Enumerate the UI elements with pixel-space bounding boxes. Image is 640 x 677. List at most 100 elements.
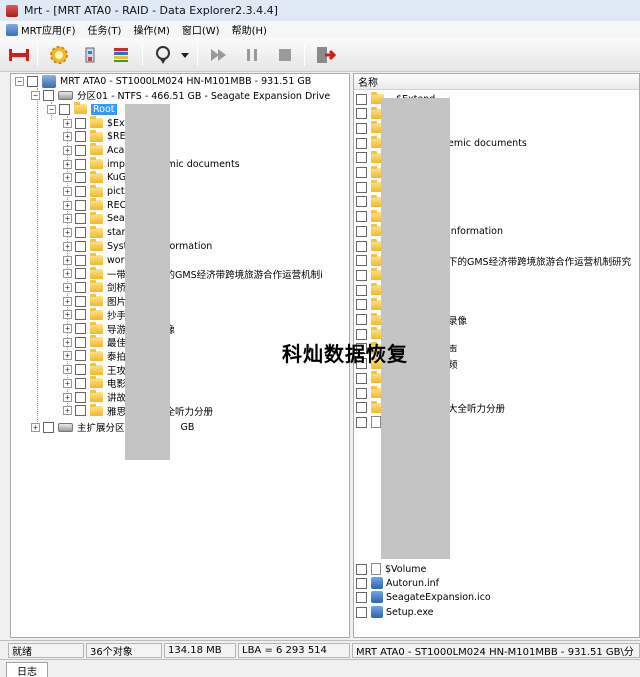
checkbox[interactable] [356, 255, 367, 267]
disk-connect-button[interactable] [6, 42, 32, 68]
expand-toggle[interactable]: + [63, 310, 72, 320]
settings-button[interactable] [46, 42, 72, 68]
checkbox[interactable] [75, 186, 86, 197]
expand-toggle[interactable]: + [63, 365, 72, 375]
checkbox[interactable] [356, 211, 367, 223]
tree-node-folder[interactable]: + $RE [63, 129, 126, 144]
checkbox[interactable] [75, 350, 86, 362]
checkbox[interactable] [356, 314, 367, 325]
recover-dropdown[interactable] [178, 42, 192, 68]
expand-toggle[interactable]: + [63, 118, 72, 128]
collapse-toggle[interactable]: − [31, 90, 40, 100]
checkbox[interactable] [75, 172, 86, 184]
color-bars-button[interactable] [108, 42, 134, 68]
checkbox[interactable] [356, 402, 367, 414]
checkbox[interactable] [356, 387, 367, 399]
checkbox[interactable] [356, 416, 367, 428]
checkbox[interactable] [75, 281, 86, 293]
checkbox[interactable] [356, 108, 367, 120]
expand-toggle[interactable]: + [63, 269, 72, 279]
play-button[interactable] [205, 42, 231, 68]
file-list-row[interactable]: SeagateExpansion.ico [356, 590, 491, 604]
checkbox[interactable] [356, 372, 367, 384]
checkbox[interactable] [27, 75, 38, 87]
checkbox[interactable] [75, 227, 86, 239]
expand-toggle[interactable]: + [63, 214, 72, 224]
checkbox[interactable] [75, 199, 86, 211]
checkbox[interactable] [356, 591, 367, 603]
tree-node-disk[interactable]: − MRT ATA0 - ST1000LM024 HN-M101MBB - 93… [15, 74, 311, 88]
checkbox[interactable] [75, 309, 86, 321]
checkbox[interactable] [356, 122, 367, 134]
checkbox[interactable] [75, 117, 86, 129]
expand-toggle[interactable]: + [63, 228, 72, 238]
tree-node-partition[interactable]: − 分区01 - NTFS - 466.51 GB - Seagate Expa… [31, 88, 330, 102]
checkbox[interactable] [43, 89, 54, 101]
collapse-toggle[interactable]: − [47, 104, 56, 114]
file-list-row[interactable]: Autorun.inf [356, 576, 439, 590]
checkbox[interactable] [75, 323, 86, 334]
checkbox[interactable] [75, 144, 86, 156]
expand-toggle[interactable]: + [63, 159, 72, 169]
checkbox[interactable] [75, 364, 86, 376]
menu-operation[interactable]: 操作(M) [133, 22, 169, 37]
expand-toggle[interactable]: + [63, 406, 72, 416]
expand-toggle[interactable]: + [31, 422, 40, 432]
file-list-row[interactable]: $Volume [356, 562, 426, 576]
recover-button[interactable] [150, 42, 176, 68]
checkbox[interactable] [356, 225, 367, 237]
tree-node-folder[interactable]: + REC [63, 198, 126, 212]
checkbox[interactable] [75, 377, 86, 389]
tree-node-folder[interactable]: + 讲故 [63, 390, 126, 404]
checkbox[interactable] [75, 254, 86, 266]
tools-button[interactable] [77, 42, 103, 68]
checkbox[interactable] [75, 213, 86, 225]
checkbox[interactable] [75, 391, 86, 403]
menu-window[interactable]: 窗口(W) [182, 22, 220, 37]
checkbox[interactable] [356, 181, 367, 193]
checkbox[interactable] [356, 577, 367, 589]
checkbox[interactable] [356, 152, 367, 164]
tree-node-folder[interactable]: + KuG [63, 170, 126, 185]
checkbox[interactable] [75, 131, 86, 143]
expand-toggle[interactable]: + [63, 296, 72, 306]
expand-toggle[interactable]: + [63, 145, 72, 155]
checkbox[interactable] [356, 167, 367, 178]
tree-node-folder[interactable]: + 最佳 [63, 335, 126, 349]
file-list-row[interactable]: Setup.exe [356, 605, 434, 619]
expand-toggle[interactable]: + [63, 392, 72, 402]
checkbox[interactable] [356, 93, 367, 105]
tree-node-folder[interactable]: + pictu [63, 184, 131, 199]
tab-log[interactable]: 日志 [6, 662, 48, 677]
tree-node-folder[interactable]: + 一带 下的GMS经济带跨境旅游合作运营机制i [63, 266, 323, 281]
checkbox[interactable] [356, 284, 367, 296]
tree-node-folder[interactable]: + 电影 [63, 376, 126, 390]
tree-node-folder[interactable]: + Sea [63, 211, 125, 226]
expand-toggle[interactable]: + [63, 351, 72, 361]
expand-toggle[interactable]: + [63, 187, 72, 196]
checkbox[interactable] [356, 563, 367, 575]
tree-node-folder[interactable]: + 图片 [63, 294, 126, 308]
expand-toggle[interactable]: + [63, 132, 72, 142]
checkbox[interactable] [75, 268, 86, 280]
checkbox[interactable] [356, 196, 367, 208]
tree-node-folder[interactable]: + work [63, 253, 130, 267]
stop-button[interactable] [272, 42, 298, 68]
checkbox[interactable] [75, 240, 86, 252]
checkbox[interactable] [75, 158, 86, 170]
checkbox[interactable] [356, 240, 367, 252]
checkbox[interactable] [75, 336, 86, 348]
column-header-name[interactable]: 名称 [354, 74, 639, 90]
checkbox[interactable] [43, 421, 54, 433]
menu-help[interactable]: 帮助(H) [232, 22, 267, 37]
expand-toggle[interactable]: + [63, 282, 72, 292]
tree-node-folder[interactable]: + $Ext [63, 116, 128, 130]
menu-task[interactable]: 任务(T) [88, 22, 122, 37]
menu-mrt-app[interactable]: MRT应用(F) [6, 22, 76, 37]
checkbox[interactable] [356, 606, 367, 618]
checkbox[interactable] [356, 269, 367, 281]
expand-toggle[interactable]: + [63, 337, 72, 347]
exit-button[interactable] [312, 42, 338, 68]
checkbox[interactable] [75, 405, 86, 417]
expand-toggle[interactable]: + [63, 378, 72, 388]
